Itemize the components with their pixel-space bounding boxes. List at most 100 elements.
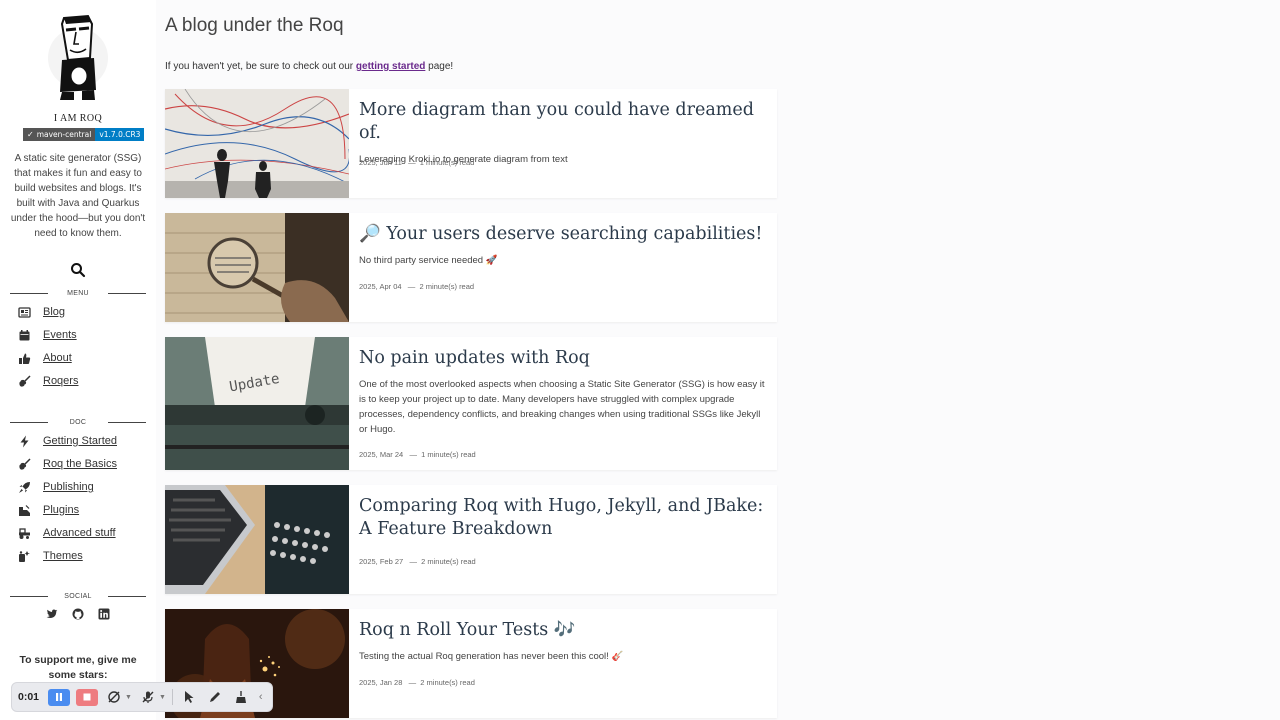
doc-section-header: DOC <box>10 417 146 427</box>
magnifying-glass-image <box>165 213 349 322</box>
nav-item-about[interactable]: About <box>18 351 72 365</box>
nav-item-publishing[interactable]: Publishing <box>18 480 94 494</box>
post-meta: 2025, Mar 24 — 1 minute(s) read <box>359 450 476 459</box>
newspaper-icon <box>18 306 31 318</box>
nav-item-roq-the-basics[interactable]: Roq the Basics <box>18 457 117 471</box>
guitar-icon <box>19 374 31 387</box>
guitar-icon <box>19 457 31 470</box>
menu-header-label: MENU <box>67 289 89 297</box>
post-summary: Testing the actual Roq generation has ne… <box>359 651 624 662</box>
post-date: 2025, Mar 24 <box>359 450 404 459</box>
support-text: To support me, give me some stars: <box>19 654 137 681</box>
main-content: A blog under the Roq If you haven't yet,… <box>165 0 1265 720</box>
linkedin-icon[interactable] <box>98 608 110 620</box>
collapse-toolbar-icon[interactable]: ‹ <box>259 691 263 703</box>
tractor-icon <box>19 527 30 539</box>
palette-icon <box>19 550 30 562</box>
nav-item-plugins[interactable]: Plugins <box>18 503 79 517</box>
nav-label-themes: Themes <box>43 550 83 562</box>
nav-item-events[interactable]: Events <box>18 328 77 342</box>
site-title: I AM ROQ <box>53 113 103 124</box>
intro-text: If you haven't yet, be sure to check out… <box>165 61 453 72</box>
camera-off-icon <box>108 691 120 703</box>
post-card[interactable]: Comparing Roq with Hugo, Jekyll, and JBa… <box>165 485 777 594</box>
nav-label-blog: Blog <box>43 306 66 318</box>
nav-label-roqers: Roqers <box>43 375 79 387</box>
post-body: Roq n Roll Your Tests 🎶 Testing the actu… <box>349 609 777 718</box>
roq-logo[interactable] <box>48 12 108 104</box>
post-card[interactable]: More diagram than you could have dreamed… <box>165 89 777 198</box>
maven-central-badge[interactable]: ✓ maven-central v1.7.0.CR3 <box>23 128 145 141</box>
sidebar: I AM ROQ ✓ maven-central v1.7.0.CR3 A st… <box>0 0 156 720</box>
mic-off-icon <box>142 691 154 703</box>
nav-label-getting-started: Getting Started <box>43 435 117 447</box>
nav-item-advanced-stuff[interactable]: Advanced stuff <box>18 526 116 540</box>
eraser-tool-button[interactable] <box>231 688 251 706</box>
nav-item-themes[interactable]: Themes <box>18 549 83 563</box>
chevron-down-icon[interactable]: ▼ <box>125 694 132 701</box>
nav-label-events: Events <box>43 329 77 341</box>
search-icon[interactable] <box>70 262 86 278</box>
rocket-icon <box>19 481 30 493</box>
post-body: More diagram than you could have dreamed… <box>349 89 777 198</box>
mic-off-button[interactable] <box>138 688 158 706</box>
getting-started-link[interactable]: getting started <box>356 61 425 72</box>
doc-header-label: DOC <box>69 418 87 426</box>
post-read-time: 2 minute(s) read <box>419 282 475 291</box>
pencil-icon <box>209 692 220 702</box>
badge-label: ✓ maven-central <box>23 128 96 141</box>
post-summary: One of the most overlooked aspects when … <box>359 379 765 435</box>
site-description: A static site generator (SSG) that makes… <box>10 153 146 239</box>
nav-item-roqers[interactable]: Roqers <box>18 374 78 388</box>
camera-off-button[interactable] <box>104 688 124 706</box>
bolt-icon <box>20 435 29 447</box>
badge-version: v1.7.0.CR3 <box>95 128 145 141</box>
post-card[interactable]: 🔎 Your users deserve searching capabilit… <box>165 213 777 322</box>
post-meta: 2025, Apr 04 — 2 minute(s) read <box>359 282 475 291</box>
post-thumbnail <box>165 213 349 322</box>
intro-before: If you haven't yet, be sure to check out… <box>165 61 356 72</box>
cursor-icon <box>184 691 194 703</box>
pointer-tool-button[interactable] <box>179 688 199 706</box>
pause-button[interactable] <box>48 688 70 706</box>
pen-tool-button[interactable] <box>205 688 225 706</box>
github-icon[interactable] <box>72 608 84 620</box>
post-title: Roq n Roll Your Tests 🎶 <box>359 620 576 640</box>
post-meta: 2025, Feb 27 — 2 minute(s) read <box>359 557 476 566</box>
typewriter-update-image: Update <box>165 337 349 470</box>
post-date: 2025, Jan 28 <box>359 678 403 687</box>
check-icon: ✓ <box>27 130 34 139</box>
post-thumbnail <box>165 89 349 198</box>
social-header-label: SOCIAL <box>64 592 92 600</box>
post-card[interactable]: Update No pain updates with Roq One of t… <box>165 337 777 470</box>
thumbs-up-icon <box>19 353 31 364</box>
pause-icon <box>56 693 62 701</box>
post-meta: 2025, Jun 11 — 1 minute(s) read <box>359 158 475 167</box>
nav-item-blog[interactable]: Blog <box>18 305 65 319</box>
post-summary: No third party service needed 🚀 <box>359 255 498 266</box>
social-section-header: SOCIAL <box>10 591 146 601</box>
page-title: A blog under the Roq <box>165 15 344 36</box>
post-read-time: 2 minute(s) read <box>421 557 476 566</box>
toolbar-divider <box>171 689 173 705</box>
menu-section-header: MENU <box>10 288 146 298</box>
post-title: 🔎 Your users deserve searching capabilit… <box>359 224 763 244</box>
post-read-time: 2 minute(s) read <box>420 678 475 687</box>
post-thumbnail: Update <box>165 337 349 470</box>
plug-icon <box>19 504 30 516</box>
calendar-icon <box>19 329 30 340</box>
post-title: No pain updates with Roq <box>359 348 590 368</box>
post-read-time: 1 minute(s) read <box>419 158 475 167</box>
post-title: More diagram than you could have dreamed… <box>359 100 754 143</box>
post-body: 🔎 Your users deserve searching capabilit… <box>349 213 777 322</box>
post-meta: 2025, Jan 28 — 2 minute(s) read <box>359 678 475 687</box>
nav-item-getting-started[interactable]: Getting Started <box>18 434 117 448</box>
stop-icon <box>83 693 91 701</box>
stop-button[interactable] <box>76 688 98 706</box>
laptop-typewriter-image <box>165 485 349 594</box>
twitter-icon[interactable] <box>46 608 58 620</box>
post-date: 2025, Feb 27 <box>359 557 404 566</box>
post-body: Comparing Roq with Hugo, Jekyll, and JBa… <box>349 485 777 594</box>
chevron-down-icon[interactable]: ▼ <box>159 694 166 701</box>
intro-after: page! <box>425 61 454 72</box>
